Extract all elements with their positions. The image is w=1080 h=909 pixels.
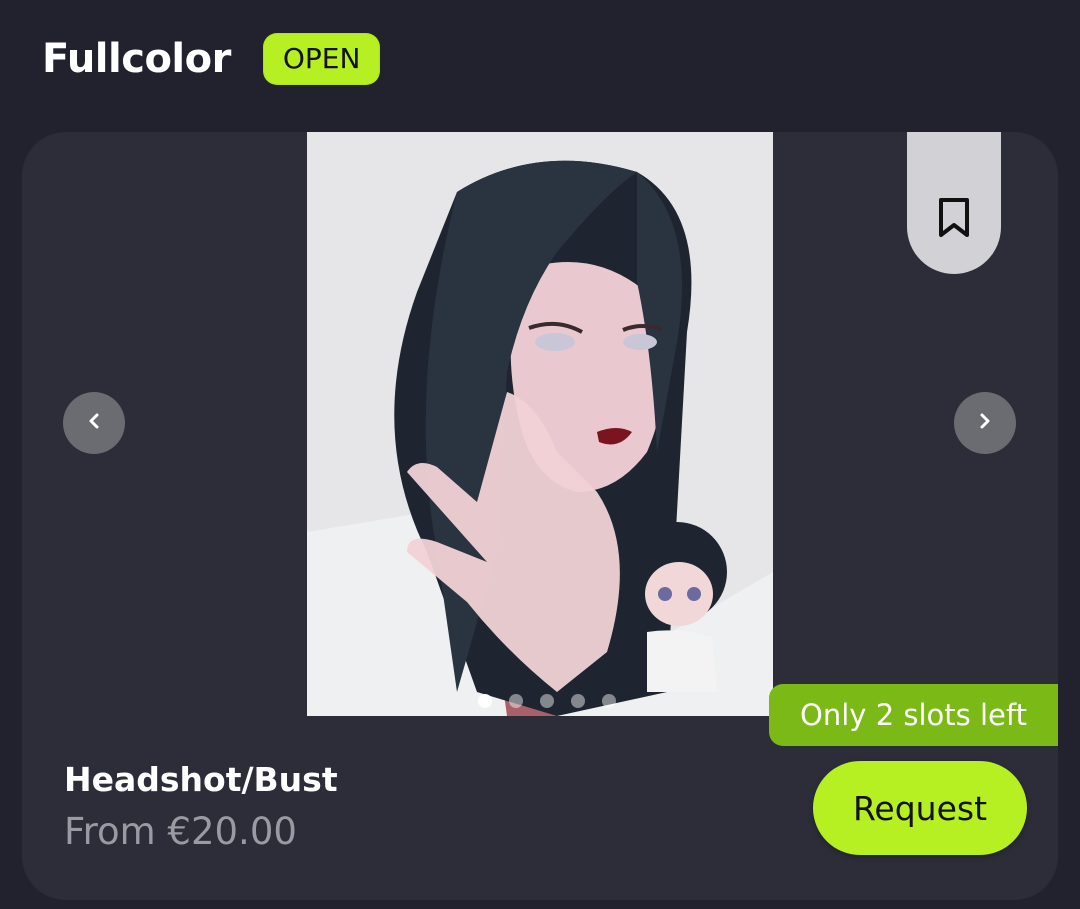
carousel-dot[interactable] [478, 694, 492, 708]
slots-left-badge: Only 2 slots left [769, 684, 1058, 746]
carousel-dot[interactable] [602, 694, 616, 708]
product-price: From €20.00 [64, 810, 297, 853]
section-title: Fullcolor [42, 36, 231, 82]
status-badge: OPEN [262, 33, 381, 85]
request-button[interactable]: Request [813, 761, 1027, 855]
carousel-dot[interactable] [540, 694, 554, 708]
carousel-next-button[interactable] [954, 392, 1016, 454]
artwork-image[interactable] [307, 132, 773, 716]
product-name: Headshot/Bust [64, 760, 338, 799]
chevron-left-icon [84, 411, 104, 435]
bookmark-icon [937, 197, 971, 243]
carousel-dot[interactable] [571, 694, 585, 708]
carousel-dot[interactable] [509, 694, 523, 708]
commission-card: Only 2 slots left Headshot/Bust From €20… [22, 132, 1058, 900]
section-header: Fullcolor OPEN [42, 26, 381, 92]
chevron-right-icon [975, 411, 995, 435]
bookmark-button[interactable] [907, 132, 1001, 274]
carousel-dots [478, 694, 616, 708]
carousel-prev-button[interactable] [63, 392, 125, 454]
